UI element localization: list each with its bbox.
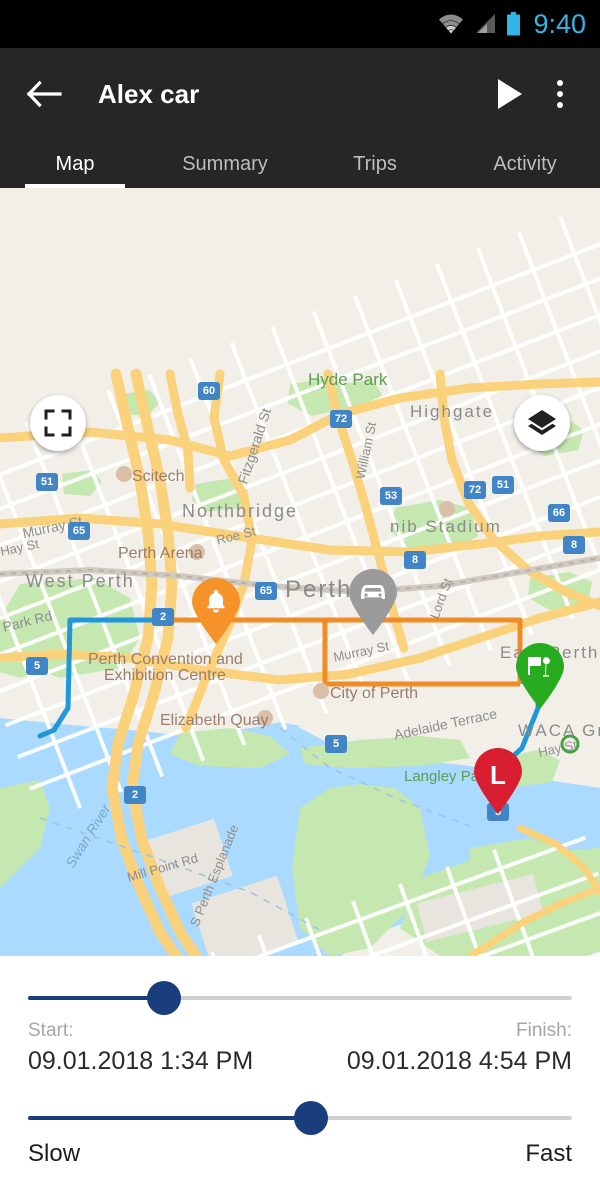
highway-shield: 2 [124,786,146,804]
finish-marker[interactable] [514,643,566,709]
wifi-icon [439,14,464,34]
tab-label: Trips [353,152,397,175]
tab-label: Map [55,152,95,175]
layers-icon [528,410,556,435]
slider-thumb[interactable] [293,1101,328,1135]
status-bar: 9:40 [0,0,600,48]
highway-shield: 8 [404,551,426,569]
playback-time-slider[interactable] [28,978,572,1018]
tab-summary[interactable]: Summary [150,140,300,188]
overflow-menu-icon [557,80,563,86]
tab-trips[interactable]: Trips [300,140,450,188]
highway-shield: 2 [152,608,174,626]
highway-shield: 51 [492,476,514,494]
highway-shield: 60 [198,382,220,400]
overflow-dot [557,102,563,108]
map-pin-shape [349,569,397,635]
back-button[interactable] [16,66,72,122]
highway-shield: 72 [330,410,352,428]
highway-shield: 5 [325,735,347,753]
map-basemap [0,188,600,956]
highway-shield: 65 [68,522,90,540]
tab-label: Activity [493,152,557,175]
highway-shield: 65 [255,582,277,600]
highway-shield: 51 [36,473,58,491]
slider-fill [28,1116,311,1120]
alert-marker[interactable] [190,578,242,644]
playback-speed-slider[interactable] [28,1098,572,1138]
start-value: 09.01.2018 1:34 PM [28,1047,254,1075]
vehicle-marker[interactable] [347,569,399,635]
cellular-signal-icon [476,14,496,33]
highway-shield: 72 [464,481,486,499]
car-icon [361,585,385,599]
tab-bar: Map Summary Trips Activity [0,140,600,188]
app-bar-top-row: Alex car [0,48,600,140]
fullscreen-icon [44,409,72,437]
overflow-dot [557,91,563,97]
tab-label: Summary [182,152,268,175]
layers-button[interactable] [514,395,570,451]
speed-fast-label: Fast [525,1140,572,1167]
play-icon [498,79,522,109]
tab-map[interactable]: Map [0,140,150,188]
status-bar-clock: 9:40 [533,8,586,39]
location-marker[interactable]: L [472,748,524,814]
start-label: Start: [28,1020,74,1041]
overflow-menu-button[interactable] [536,68,584,120]
page-title: Alex car [98,78,200,109]
app-bar: Alex car Map Summary Trips Activity [0,48,600,188]
speed-slow-label: Slow [28,1140,81,1167]
back-arrow-icon [26,80,62,108]
highway-shield: 8 [563,536,585,554]
highway-shield: 66 [548,504,570,522]
finish-label: Finish: [516,1020,572,1041]
flag-icon [528,657,550,677]
slider-thumb[interactable] [147,981,181,1015]
trip-finish: Finish: 09.01.2018 4:54 PM [347,1018,572,1078]
playback-panel: Start: 09.01.2018 1:34 PM Finish: 09.01.… [0,956,600,1200]
tab-activity[interactable]: Activity [450,140,600,188]
slider-fill [28,996,164,1000]
highway-shield: 53 [380,487,402,505]
map-pin-shape [474,748,522,814]
map-view[interactable]: Hyde Park Highgate Scitech Northbridge nib S… [0,188,600,956]
highway-shield: 5 [26,657,48,675]
finish-value: 09.01.2018 4:54 PM [346,1047,572,1075]
battery-icon [507,12,521,36]
fullscreen-button[interactable] [30,395,86,451]
trip-endpoints: Start: 09.01.2018 1:34 PM Finish: 09.01.… [28,1018,572,1078]
trip-start: Start: 09.01.2018 1:34 PM [28,1018,253,1078]
bell-icon [206,590,226,613]
play-button[interactable] [484,68,536,120]
speed-range-labels: Slow Fast [28,1140,572,1168]
